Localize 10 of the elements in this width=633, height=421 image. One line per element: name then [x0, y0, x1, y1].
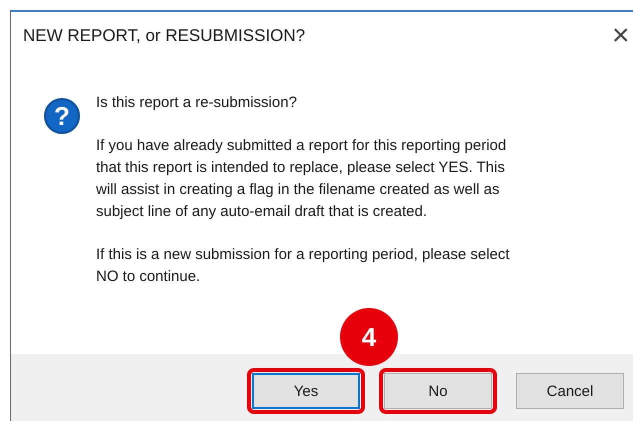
step-badge: 4 — [340, 308, 398, 366]
close-button[interactable]: × — [612, 21, 632, 51]
message-paragraph: If you have already submitted a report for this reporting period that this report is intended to replace, please select YES. This will assist in creating a flag in the filename created as well as subject line of any auto-email draft that is created. — [96, 136, 508, 222]
question-icon: ? — [44, 98, 80, 134]
question-text: Is this report a re-submission? — [96, 93, 298, 113]
dialog-button[interactable]: No — [384, 373, 492, 409]
window-title: NEW REPORT, or RESUBMISSION? — [23, 26, 306, 46]
dialog-button[interactable]: Yes — [252, 373, 360, 409]
dialog-button[interactable]: Cancel — [516, 373, 624, 409]
message-paragraph: If this is a new submission for a reporting period, please select NO to continue. — [96, 245, 510, 287]
